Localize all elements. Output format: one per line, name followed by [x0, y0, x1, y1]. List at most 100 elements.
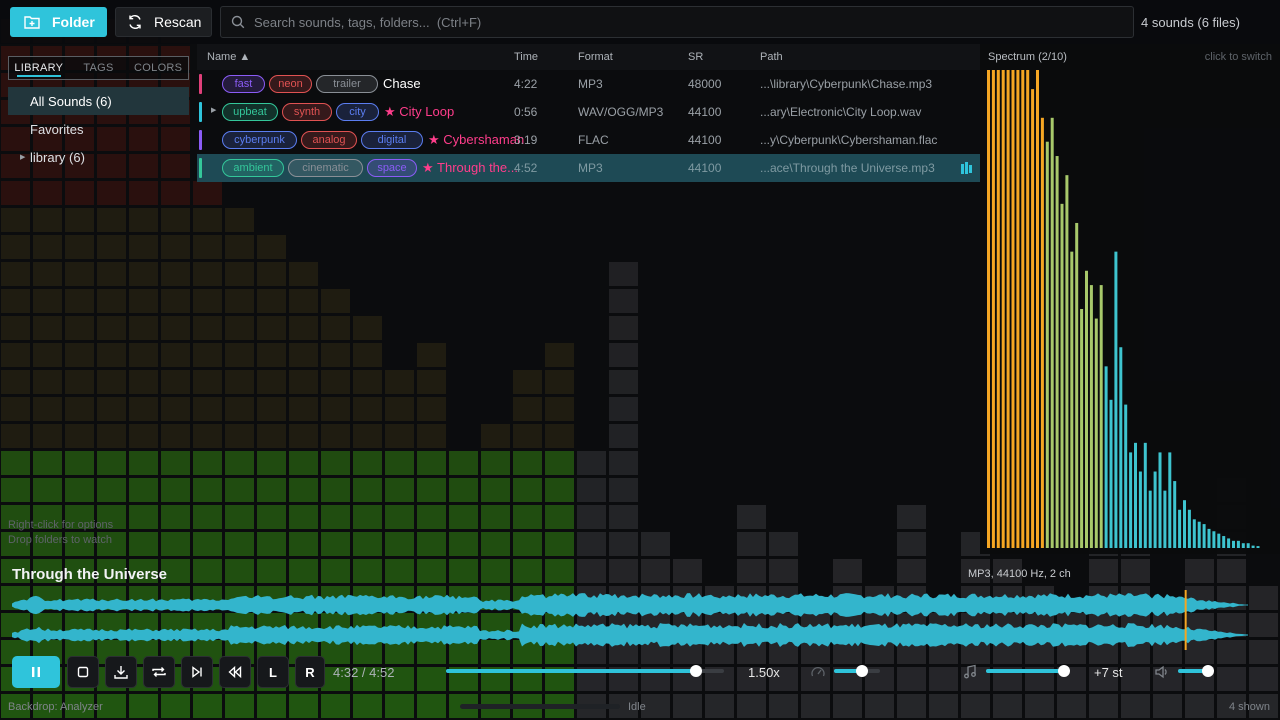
spectrum-bar	[1148, 490, 1152, 548]
spectrum-bar	[1099, 285, 1103, 548]
skip-next-icon	[192, 666, 202, 678]
backdrop-cell	[993, 694, 1022, 718]
column-format[interactable]: Format	[578, 51, 613, 63]
next-track-button[interactable]	[181, 656, 213, 688]
pause-button[interactable]	[12, 656, 60, 688]
backdrop-cell	[545, 559, 574, 583]
spectrum-bar	[1026, 70, 1030, 548]
backdrop-mode[interactable]: Backdrop: Analyzer	[8, 701, 103, 713]
volume-icon[interactable]	[1154, 664, 1170, 680]
expand-arrow-icon[interactable]: ▶	[20, 153, 25, 161]
tag-pill[interactable]: cyberpunk	[222, 131, 297, 149]
backdrop-cell	[385, 559, 414, 583]
cell-format: FLAC	[578, 133, 609, 147]
spectrum-bar	[1134, 442, 1137, 548]
refresh-icon	[129, 15, 141, 29]
sidebar-item-all-sounds[interactable]: All Sounds (6)	[8, 87, 189, 115]
cell-format: WAV/OGG/MP3	[578, 105, 664, 119]
spectrum-bar	[1138, 471, 1142, 548]
tag-pill[interactable]: analog	[301, 131, 357, 149]
gauge-icon	[811, 666, 825, 677]
sidebar-item-library[interactable]: ▶ library (6)	[8, 143, 189, 171]
waveform[interactable]	[0, 588, 1280, 650]
spectrum-bar	[1036, 70, 1039, 548]
sound-name: ★ Through the...	[422, 160, 518, 175]
loop-right-button[interactable]: R	[295, 656, 325, 688]
toolbar: Folder Rescan 4 sounds (6 files)	[0, 0, 1280, 44]
column-path[interactable]: Path	[760, 51, 783, 63]
speed-value: 1.50x	[748, 665, 780, 680]
spectrum-bar	[1006, 70, 1010, 548]
list-item[interactable]: ▶ upbeat synth city ★ City Loop 0:56 WAV/OGG/M…	[197, 98, 980, 126]
backdrop-cell	[225, 559, 254, 583]
expand-arrow-icon[interactable]: ▶	[211, 106, 216, 114]
cell-sr: 44100	[688, 161, 722, 175]
tag-pill[interactable]: cinematic	[288, 159, 363, 177]
column-sr[interactable]: SR	[688, 51, 703, 63]
spectrum-bar	[1089, 285, 1093, 548]
spectrum-bar	[1001, 70, 1005, 548]
backdrop-cell	[449, 559, 478, 583]
backdrop-cell	[1185, 559, 1214, 583]
backdrop-cell	[513, 559, 542, 583]
spectrum-panel[interactable]: Spectrum (2/10) click to switch	[980, 44, 1280, 554]
tab-colors[interactable]: COLORS	[128, 57, 188, 79]
sidebar-item-favorites[interactable]: Favorites	[8, 115, 189, 143]
tag-pill[interactable]: neon	[269, 75, 312, 93]
playhead[interactable]	[1184, 590, 1187, 650]
backdrop-cell	[193, 694, 222, 718]
backdrop-cell	[1153, 694, 1182, 718]
tempo-knob[interactable]	[855, 665, 868, 677]
stop-button[interactable]	[67, 656, 99, 688]
tab-tags[interactable]: TAGS	[69, 57, 129, 79]
spectrum-bar	[1168, 452, 1172, 548]
loop-button[interactable]	[143, 656, 175, 688]
backdrop-cell	[161, 694, 190, 718]
backdrop-cell	[1217, 559, 1246, 583]
backdrop-cell	[385, 694, 414, 718]
tag-pill[interactable]: fast	[222, 75, 265, 93]
rewind-button[interactable]	[219, 656, 251, 688]
spectrum-hint: click to switch	[1204, 51, 1272, 63]
tag-pill[interactable]: space	[367, 159, 417, 177]
backdrop-cell	[193, 559, 222, 583]
seek-slider[interactable]	[446, 669, 697, 673]
sound-name: ★ Cybershaman	[428, 132, 525, 147]
tag-pill[interactable]: synth	[282, 103, 332, 121]
list-item[interactable]: fast neon trailer Chase 4:22 MP3 48000 ...\libr…	[197, 70, 980, 98]
backdrop-cell	[1121, 559, 1150, 583]
rescan-button[interactable]: Rescan	[115, 7, 212, 37]
tag-pill[interactable]: digital	[361, 131, 423, 149]
search-input[interactable]	[254, 14, 1114, 30]
tab-library[interactable]: LIBRARY	[9, 57, 69, 79]
tag-pill[interactable]: trailer	[316, 75, 378, 93]
loop-left-button[interactable]: L	[257, 656, 289, 688]
backdrop-cell	[929, 667, 958, 691]
spectrum-bar	[1060, 203, 1064, 548]
rescan-button-label: Rescan	[154, 14, 202, 30]
spectrum-title: Spectrum (2/10)	[988, 51, 1067, 63]
backdrop-cell	[897, 667, 926, 691]
pause-icon	[32, 667, 40, 677]
waveform-channel	[12, 593, 1248, 617]
spectrum-bars[interactable]	[980, 70, 1280, 554]
spectrum-bar	[1094, 318, 1098, 548]
spectrum-bar	[1129, 452, 1133, 548]
backdrop-cell	[833, 694, 862, 718]
pitch-slider[interactable]	[986, 669, 1065, 673]
list-item[interactable]: ambient cinematic space ★ Through the... 4:5…	[197, 154, 980, 182]
column-time[interactable]: Time	[514, 51, 538, 63]
export-button[interactable]	[105, 656, 137, 688]
sound-count: 4 sounds (6 files)	[1141, 15, 1240, 30]
cell-path: ...ace\Through the Universe.mp3	[760, 161, 935, 175]
spectrum-bar	[1236, 540, 1240, 548]
spectrum-bar	[996, 70, 1000, 548]
tag-pill[interactable]: ambient	[222, 159, 284, 177]
cell-time: 4:52	[514, 161, 538, 175]
spectrum-bar	[1021, 70, 1025, 548]
add-folder-button[interactable]: Folder	[10, 7, 107, 37]
tag-pill[interactable]: upbeat	[222, 103, 278, 121]
tag-pill[interactable]: city	[336, 103, 379, 121]
column-name[interactable]: Name ▲	[207, 51, 250, 63]
list-item[interactable]: cyberpunk analog digital ★ Cybershaman 3:19 F…	[197, 126, 980, 154]
